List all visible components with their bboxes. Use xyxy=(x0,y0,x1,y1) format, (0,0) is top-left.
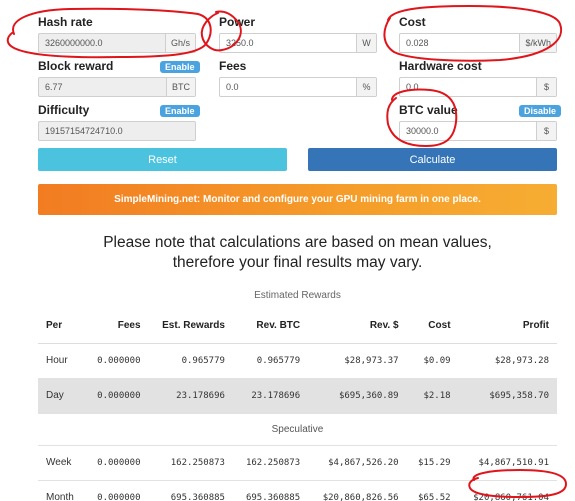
rev-btc-cell: 23.178696 xyxy=(232,377,309,413)
block-reward-unit: BTC xyxy=(166,78,195,96)
btc-value-label: BTC value xyxy=(399,103,458,117)
fees-cell: 0.000000 xyxy=(84,479,149,501)
speculative-label: Speculative xyxy=(38,412,557,445)
block-reward-label: Block reward xyxy=(38,59,114,73)
reset-button[interactable]: Reset xyxy=(38,148,287,171)
fees-cell: 0.000000 xyxy=(84,342,149,378)
estimated-rewards-caption: Estimated Rewards xyxy=(254,290,341,301)
btc-value-input[interactable] xyxy=(400,122,536,140)
profit-cell: $4,867,510.91 xyxy=(458,444,557,480)
hardware-cost-input-group: $ xyxy=(399,77,557,97)
rev-btc-cell: 695.360885 xyxy=(232,479,309,501)
rev-usd-cell: $4,867,526.20 xyxy=(308,444,407,480)
est-rewards-cell: 162.250873 xyxy=(148,444,233,480)
btc-value-input-group: $ xyxy=(399,121,557,141)
difficulty-toggle-badge[interactable]: Enable xyxy=(160,105,200,117)
col-est-rewards: Est. Rewards xyxy=(148,308,233,344)
rewards-table: Per Fees Est. Rewards Rev. BTC Rev. $ Co… xyxy=(38,308,557,501)
cost-label: Cost xyxy=(399,15,426,29)
table-header-row: Per Fees Est. Rewards Rev. BTC Rev. $ Co… xyxy=(38,308,557,344)
btc-value-unit: $ xyxy=(536,122,556,140)
block-reward-input[interactable] xyxy=(39,78,166,96)
note-line-1: Please note that calculations are based … xyxy=(103,234,492,251)
hardware-cost-label: Hardware cost xyxy=(399,59,482,73)
col-per: Per xyxy=(38,308,85,344)
period-cell: Week xyxy=(38,444,85,480)
table-row: Week 0.000000 162.250873 162.250873 $4,8… xyxy=(38,444,557,480)
mean-values-note: Please note that calculations are based … xyxy=(38,233,557,273)
block-reward-toggle-badge[interactable]: Enable xyxy=(160,61,200,73)
speculative-section-row: Speculative xyxy=(38,412,557,445)
hash-rate-label: Hash rate xyxy=(38,15,93,29)
hash-rate-input[interactable] xyxy=(39,34,165,52)
difficulty-label: Difficulty xyxy=(38,103,90,117)
difficulty-input-group xyxy=(38,121,196,141)
power-unit: W xyxy=(356,34,376,52)
col-fees: Fees xyxy=(84,308,149,344)
power-input-group: W xyxy=(219,33,377,53)
col-profit: Profit xyxy=(458,308,557,344)
cost-input[interactable] xyxy=(400,34,520,52)
hash-rate-input-group: Gh/s xyxy=(38,33,196,53)
profit-cell: $28,973.28 xyxy=(458,342,557,378)
power-label: Power xyxy=(219,15,256,29)
difficulty-input[interactable] xyxy=(39,122,195,140)
cost-input-group: $/kWh xyxy=(399,33,557,53)
est-rewards-cell: 0.965779 xyxy=(148,342,233,378)
cost-cell: $2.18 xyxy=(406,377,459,413)
fees-input-group: % xyxy=(219,77,377,97)
cost-cell: $15.29 xyxy=(406,444,459,480)
est-rewards-cell: 695.360885 xyxy=(148,479,233,501)
table-row: Day 0.000000 23.178696 23.178696 $695,36… xyxy=(38,377,557,413)
col-rev-btc: Rev. BTC xyxy=(232,308,309,344)
hardware-cost-input[interactable] xyxy=(400,78,536,96)
rev-usd-cell: $695,360.89 xyxy=(308,377,407,413)
hardware-cost-unit: $ xyxy=(536,78,556,96)
period-cell: Day xyxy=(38,377,85,413)
fees-cell: 0.000000 xyxy=(84,444,149,480)
rev-btc-cell: 0.965779 xyxy=(232,342,309,378)
cost-cell: $0.09 xyxy=(406,342,459,378)
table-row: Hour 0.000000 0.965779 0.965779 $28,973.… xyxy=(38,342,557,378)
rev-btc-cell: 162.250873 xyxy=(232,444,309,480)
hash-rate-unit: Gh/s xyxy=(164,34,195,52)
period-cell: Hour xyxy=(38,342,85,378)
est-rewards-cell: 23.178696 xyxy=(148,377,233,413)
power-input[interactable] xyxy=(220,34,356,52)
fees-cell: 0.000000 xyxy=(84,377,149,413)
fees-input[interactable] xyxy=(220,78,356,96)
fees-label: Fees xyxy=(219,59,247,73)
cost-cell: $65.52 xyxy=(406,479,459,501)
rev-usd-cell: $20,860,826.56 xyxy=(308,479,407,501)
table-row: Month 0.000000 695.360885 695.360885 $20… xyxy=(38,479,557,501)
simplemining-banner[interactable]: SimpleMining.net: Monitor and configure … xyxy=(38,184,557,215)
profit-cell: $695,358.70 xyxy=(458,377,557,413)
cost-unit: $/kWh xyxy=(519,34,556,52)
btc-value-toggle-badge[interactable]: Disable xyxy=(519,105,562,117)
col-cost: Cost xyxy=(406,308,459,344)
fees-unit: % xyxy=(356,78,376,96)
col-rev-usd: Rev. $ xyxy=(308,308,407,344)
block-reward-input-group: BTC xyxy=(38,77,196,97)
period-cell: Month xyxy=(38,479,85,501)
rev-usd-cell: $28,973.37 xyxy=(308,342,407,378)
note-line-2: therefore your final results may vary. xyxy=(172,254,423,271)
calculate-button[interactable]: Calculate xyxy=(308,148,557,171)
profit-cell: $20,860,761.04 xyxy=(458,479,557,501)
